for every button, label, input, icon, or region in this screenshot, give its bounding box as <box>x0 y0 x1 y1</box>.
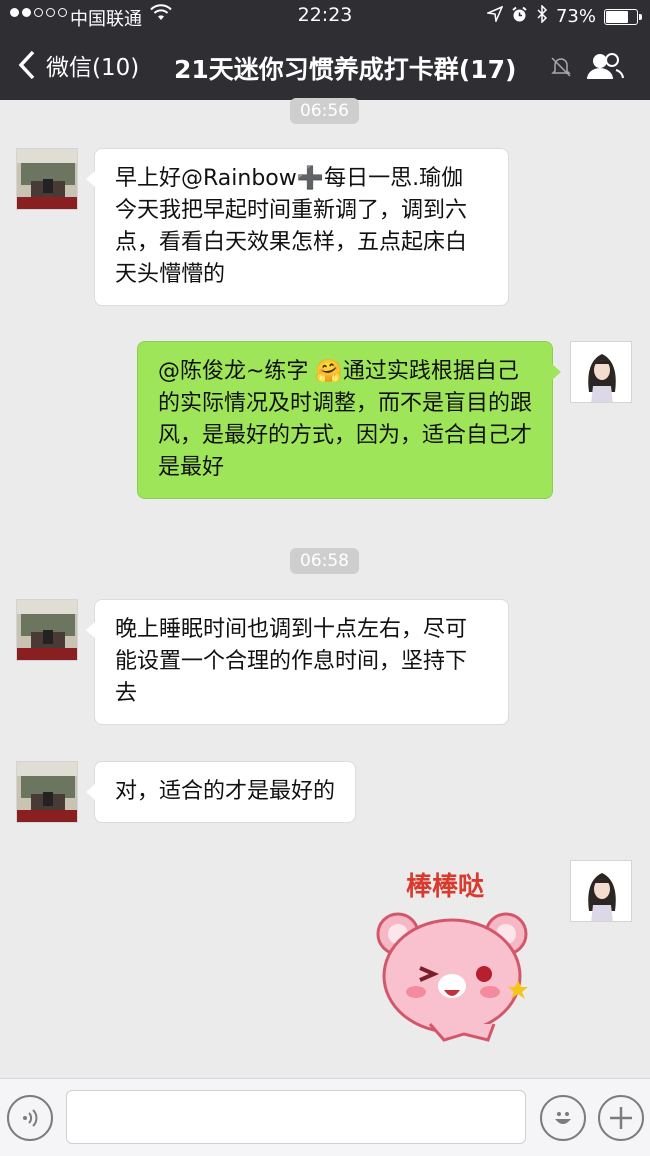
mute-icon <box>550 56 572 82</box>
avatar[interactable] <box>16 148 78 210</box>
emoji-icon <box>555 1112 571 1124</box>
avatar[interactable] <box>16 599 78 661</box>
status-bar: 中国联通 22:23 73% <box>0 0 650 34</box>
plus-icon <box>610 1107 632 1129</box>
time-divider: 06:56 <box>290 98 359 124</box>
back-button[interactable]: 微信(10) <box>18 48 139 82</box>
bluetooth-icon <box>536 4 548 28</box>
alarm-icon <box>511 6 528 28</box>
battery-percent: 73% <box>555 6 596 27</box>
top-bar: 中国联通 22:23 73% 微信(10) 21天迷你习惯养成打卡群(17) <box>0 0 650 100</box>
location-icon <box>485 5 504 27</box>
message-bubble[interactable]: 早上好@Rainbow➕每日一思.瑜伽 今天我把早起时间重新调了，调到六点，看看… <box>86 148 509 306</box>
emoji-button[interactable] <box>540 1095 586 1141</box>
message-bubble[interactable]: 晚上睡眠时间也调到十点左右，尽可能设置一个合理的作息时间，坚持下去 <box>86 599 509 725</box>
composer-bar <box>0 1078 650 1156</box>
voice-icon <box>23 1109 38 1127</box>
time-divider: 06:58 <box>290 548 359 574</box>
my-avatar[interactable] <box>570 860 632 922</box>
sticker-message[interactable]: 棒棒哒 <box>368 860 548 1060</box>
nav-bar: 微信(10) 21天迷你习惯养成打卡群(17) <box>0 34 650 100</box>
battery-icon <box>604 8 642 25</box>
message-bubble[interactable]: @陈俊龙~练字 🤗通过实践根据自己的实际情况及时调整，而不是盲目的跟风，是最好的… <box>137 341 561 499</box>
sticker-caption: 棒棒哒 <box>406 872 485 902</box>
avatar[interactable] <box>16 761 78 823</box>
message-bubble[interactable]: 对，适合的才是最好的 <box>85 761 357 823</box>
back-label: 微信(10) <box>46 55 140 81</box>
group-icon <box>587 53 624 79</box>
group-members-button[interactable] <box>586 52 624 84</box>
pink-bear-sticker <box>376 912 528 1042</box>
battery-fill <box>606 10 628 23</box>
more-button[interactable] <box>598 1095 644 1141</box>
voice-button[interactable] <box>7 1095 53 1141</box>
chevron-left-icon <box>18 50 35 80</box>
chat-title: 21天迷你习惯养成打卡群(17) <box>174 55 517 84</box>
message-input[interactable] <box>66 1090 526 1144</box>
my-avatar[interactable] <box>570 341 632 403</box>
